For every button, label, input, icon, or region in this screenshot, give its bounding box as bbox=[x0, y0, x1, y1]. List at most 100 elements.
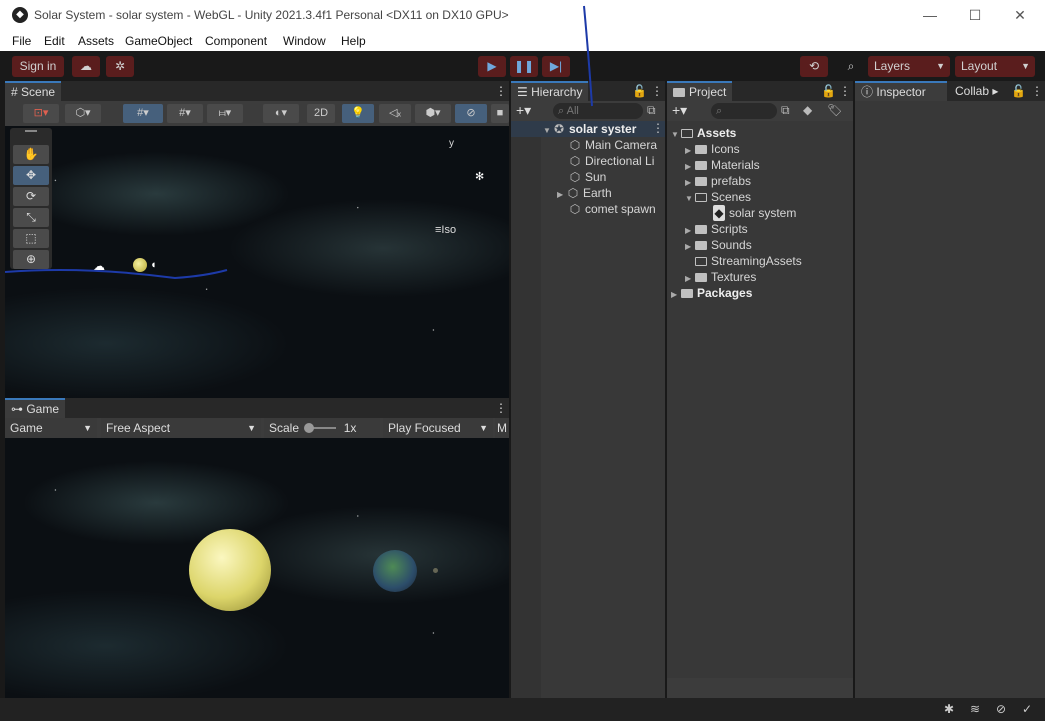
project-search-input[interactable]: ⌕ bbox=[711, 103, 777, 119]
folder-item-sounds[interactable]: ▶ Sounds bbox=[685, 237, 752, 253]
play-mode-dropdown[interactable]: Play Focused ▼ bbox=[383, 418, 493, 438]
label-icon[interactable]: 🏷 bbox=[827, 103, 842, 117]
sign-in-button[interactable]: Sign in bbox=[12, 56, 64, 77]
tab-overflow-icon[interactable]: ▸ bbox=[989, 84, 998, 98]
minimize-button[interactable]: — bbox=[910, 4, 950, 26]
hierarchy-item-comet-spawner[interactable]: ⬡ comet spawn bbox=[569, 201, 656, 217]
hierarchy-item-directional-light[interactable]: ⬡ Directional Li bbox=[569, 153, 655, 169]
scene-viewport[interactable]: ☁ ◖ ≡Iso y ✻ bbox=[5, 126, 509, 398]
add-icon[interactable]: +▾ bbox=[672, 102, 687, 119]
expand-arrow-icon[interactable]: ▶ bbox=[671, 287, 681, 303]
grid-snap-icon[interactable]: #▾ bbox=[123, 104, 163, 123]
play-icon[interactable]: ▶ bbox=[478, 56, 506, 77]
stack-icon[interactable]: ≋ bbox=[970, 702, 980, 716]
audio-icon[interactable]: ◁ₓ bbox=[379, 104, 411, 123]
folder-item-streamingassets[interactable]: StreamingAssets bbox=[695, 253, 802, 269]
inspector-menu-icon[interactable]: ⋮ bbox=[1025, 81, 1045, 101]
rotate-tool-icon[interactable]: ⟳ bbox=[13, 187, 49, 206]
check-icon[interactable]: ✓ bbox=[1022, 702, 1032, 716]
add-icon[interactable]: +▾ bbox=[516, 102, 531, 119]
layout-dropdown[interactable]: Layout ▼ bbox=[955, 56, 1035, 77]
filter-type-icon[interactable]: ◆ bbox=[803, 103, 812, 117]
expand-arrow-icon[interactable]: ▶ bbox=[685, 239, 695, 255]
increment-snap-icon[interactable]: ⧦▾ bbox=[207, 104, 243, 123]
assets-folder-item[interactable]: ▼ Assets bbox=[671, 125, 736, 141]
axis-gizmo-icon[interactable]: ✻ bbox=[475, 170, 484, 183]
menu-edit[interactable]: Edit bbox=[44, 34, 65, 48]
project-toolbar: +▾ ⌕ ⧉ ◆ 🏷 bbox=[667, 101, 853, 121]
history-icon[interactable]: ⟲ bbox=[800, 56, 828, 77]
cloud-icon[interactable]: ☁ bbox=[72, 56, 100, 77]
unity-scene-icon: ✪ bbox=[553, 122, 565, 136]
menu-window[interactable]: Window bbox=[283, 34, 326, 48]
effects-icon[interactable]: ⬢▾ bbox=[415, 104, 451, 123]
tab-scene[interactable]: # Scene bbox=[5, 81, 62, 101]
transform-tool-icon[interactable]: ⊕ bbox=[13, 250, 49, 269]
bug-icon[interactable]: ✱ bbox=[944, 702, 954, 716]
search-scope-icon[interactable]: ⧉ bbox=[781, 103, 790, 118]
expand-arrow-icon[interactable]: ▼ bbox=[685, 191, 695, 207]
search-icon[interactable]: ⌕ bbox=[838, 56, 864, 77]
aspect-dropdown[interactable]: Free Aspect ▼ bbox=[101, 418, 261, 438]
hierarchy-item-earth[interactable]: ▶ ⬡ Earth bbox=[557, 185, 612, 201]
scene-root-menu-icon[interactable]: ⋮ bbox=[652, 121, 664, 135]
inspector-tab-bar: ⓘ Inspector Collab ▸ 🔓 ⋮ bbox=[855, 81, 1045, 101]
scene-visibility-icon[interactable]: ⧉ bbox=[647, 103, 656, 118]
info-icon: ⓘ bbox=[861, 85, 874, 99]
pause-icon[interactable]: ❚❚ bbox=[510, 56, 538, 77]
close-button[interactable]: ✕ bbox=[1000, 4, 1040, 26]
game-menu-icon[interactable]: ⋮ bbox=[489, 398, 513, 418]
folder-item-textures[interactable]: ▶ Textures bbox=[685, 269, 756, 285]
folder-item-prefabs[interactable]: ▶ prefabs bbox=[685, 173, 751, 189]
maximize-button[interactable]: ☐ bbox=[955, 4, 995, 26]
cube-view-icon[interactable]: ⬡▾ bbox=[65, 104, 101, 123]
shading-mode-icon[interactable]: ◐▾ bbox=[263, 104, 299, 123]
folder-item-materials[interactable]: ▶ Materials bbox=[685, 157, 760, 173]
layers-dropdown[interactable]: Layers ▼ bbox=[868, 56, 950, 77]
tab-collab[interactable]: Collab ▸ bbox=[949, 81, 1004, 101]
more-options[interactable]: M bbox=[495, 418, 509, 438]
folder-item-icons[interactable]: ▶ Icons bbox=[685, 141, 740, 157]
rect-tool-icon[interactable]: ⬚ bbox=[13, 229, 49, 248]
move-tool-icon[interactable]: ✥ bbox=[13, 166, 49, 185]
lighting-icon[interactable]: 💡 bbox=[342, 104, 374, 123]
folder-item-scripts[interactable]: ▶ Scripts bbox=[685, 221, 748, 237]
hierarchy-item-sun[interactable]: ⬡ Sun bbox=[569, 169, 607, 185]
scene-root-item[interactable]: ▼ ✪ solar syster bbox=[543, 121, 636, 137]
folder-item-scenes[interactable]: ▼ Scenes bbox=[685, 189, 751, 205]
scene-menu-icon[interactable]: ⋮ bbox=[489, 81, 513, 101]
iso-toggle[interactable]: ≡Iso bbox=[435, 224, 456, 236]
project-menu-icon[interactable]: ⋮ bbox=[833, 81, 857, 101]
visibility-icon[interactable]: ⊘ bbox=[455, 104, 487, 123]
tab-inspector[interactable]: ⓘ Inspector bbox=[855, 81, 947, 101]
menu-help[interactable]: Help bbox=[341, 34, 366, 48]
scale-tool-icon[interactable]: ⤡ bbox=[13, 208, 49, 227]
gizmo-tool-icon[interactable]: ⊡▾ bbox=[23, 104, 59, 123]
drag-handle-icon[interactable] bbox=[25, 130, 37, 132]
scale-slider[interactable] bbox=[304, 423, 337, 433]
menu-gameobject[interactable]: GameObject bbox=[125, 34, 192, 48]
tab-game[interactable]: ⊶ Game bbox=[5, 398, 66, 418]
menu-file[interactable]: File bbox=[12, 34, 31, 48]
packages-folder-item[interactable]: ▶ Packages bbox=[671, 285, 752, 301]
network-icon[interactable]: ⊘ bbox=[996, 702, 1006, 716]
expand-arrow-icon[interactable]: ▶ bbox=[557, 187, 567, 203]
step-icon[interactable]: ▶| bbox=[542, 56, 570, 77]
expand-arrow-icon[interactable]: ▼ bbox=[543, 123, 553, 139]
menu-assets[interactable]: Assets bbox=[78, 34, 114, 48]
expand-arrow-icon[interactable]: ▼ bbox=[671, 127, 681, 143]
collab-icon[interactable]: ✲ bbox=[106, 56, 134, 77]
grid-icon[interactable]: #▾ bbox=[167, 104, 203, 123]
game-viewport[interactable] bbox=[5, 438, 509, 698]
folder-label: Scenes bbox=[711, 190, 752, 204]
tab-project[interactable]: Project bbox=[667, 81, 733, 101]
display-dropdown[interactable]: Game ▼ bbox=[5, 418, 97, 438]
toggle-2d-button[interactable]: 2D bbox=[307, 104, 335, 123]
scale-control[interactable]: Scale 1x bbox=[264, 418, 380, 438]
hierarchy-item-main-camera[interactable]: ⬡ Main Camera bbox=[569, 137, 657, 153]
menu-component[interactable]: Component bbox=[205, 34, 267, 48]
scene-camera-icon[interactable]: ■ bbox=[491, 104, 509, 123]
hand-tool-icon[interactable]: ✋ bbox=[13, 145, 49, 164]
hierarchy-menu-icon[interactable]: ⋮ bbox=[645, 81, 669, 101]
scene-file-item[interactable]: ◆ solar system bbox=[713, 205, 796, 221]
